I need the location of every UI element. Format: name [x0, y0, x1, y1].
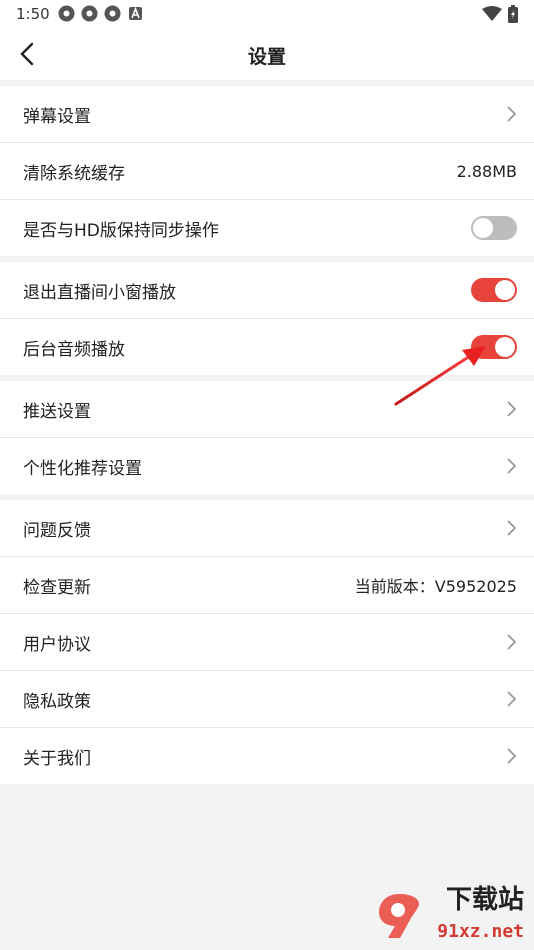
settings-row-label: 用户协议: [23, 634, 91, 655]
app-icon: [104, 5, 121, 22]
settings-row-label: 是否与HD版保持同步操作: [23, 220, 219, 241]
chevron-right-icon: [507, 458, 517, 474]
wifi-icon: [482, 6, 502, 26]
notification-icons: [58, 5, 144, 22]
status-right-icons: [482, 5, 518, 27]
settings-row-label: 隐私政策: [23, 691, 91, 712]
chevron-right-icon: [507, 106, 517, 122]
settings-row: 退出直播间小窗播放: [0, 262, 534, 319]
settings-row-label: 推送设置: [23, 401, 91, 422]
toggle-switch[interactable]: [471, 216, 517, 240]
settings-row-label: 弹幕设置: [23, 106, 91, 127]
header-bar: 设置: [0, 28, 534, 80]
chevron-right-icon: [507, 520, 517, 536]
settings-row-label: 检查更新: [23, 577, 91, 598]
settings-row-label: 退出直播间小窗播放: [23, 282, 176, 303]
settings-row-value: 当前版本：V5952025: [354, 577, 517, 596]
settings-row[interactable]: 用户协议: [0, 614, 534, 671]
page-title: 设置: [247, 46, 286, 68]
settings-row[interactable]: 弹幕设置: [0, 86, 534, 143]
settings-row-label: 关于我们: [23, 748, 91, 769]
watermark-logo-icon: [379, 894, 419, 938]
chevron-right-icon: [507, 401, 517, 417]
chevron-right-icon: [507, 634, 517, 650]
settings-row[interactable]: 检查更新 当前版本：V5952025: [0, 557, 534, 614]
settings-group: 问题反馈检查更新 当前版本：V5952025 用户协议隐私政策关于我们: [0, 500, 534, 784]
settings-group: 弹幕设置清除系统缓存 2.88MB 是否与HD版保持同步操作: [0, 86, 534, 256]
annotation-arrow-icon: [394, 346, 486, 406]
settings-row: 是否与HD版保持同步操作: [0, 200, 534, 256]
toggle-knob: [473, 218, 493, 238]
settings-row[interactable]: 关于我们: [0, 728, 534, 784]
toggle-switch[interactable]: [471, 278, 517, 302]
settings-row-label: 问题反馈: [23, 520, 91, 541]
settings-row[interactable]: 个性化推荐设置: [0, 438, 534, 494]
battery-icon: [508, 5, 518, 27]
chevron-right-icon: [507, 748, 517, 764]
settings-row[interactable]: 隐私政策: [0, 671, 534, 728]
app-icon: [58, 5, 75, 22]
settings-row-value: 2.88MB: [456, 161, 517, 181]
settings-row-label: 清除系统缓存: [23, 163, 125, 184]
watermark: 下载站 91xz.net: [368, 885, 528, 946]
status-bar: 1:50: [0, 0, 534, 28]
app-icon: [81, 5, 98, 22]
watermark-brand: 下载站: [445, 885, 524, 915]
settings-row-label: 个性化推荐设置: [23, 458, 142, 479]
settings-row[interactable]: 清除系统缓存 2.88MB: [0, 143, 534, 200]
settings-list: 弹幕设置清除系统缓存 2.88MB 是否与HD版保持同步操作 退出直播间小窗播放 后台音…: [0, 86, 534, 784]
chevron-right-icon: [507, 691, 517, 707]
watermark-url: 91xz.net: [437, 921, 524, 942]
settings-row-label: 后台音频播放: [23, 339, 125, 360]
a-badge-icon: [127, 5, 144, 22]
status-time: 1:50: [16, 5, 50, 23]
toggle-knob: [495, 280, 515, 300]
settings-row[interactable]: 问题反馈: [0, 500, 534, 557]
